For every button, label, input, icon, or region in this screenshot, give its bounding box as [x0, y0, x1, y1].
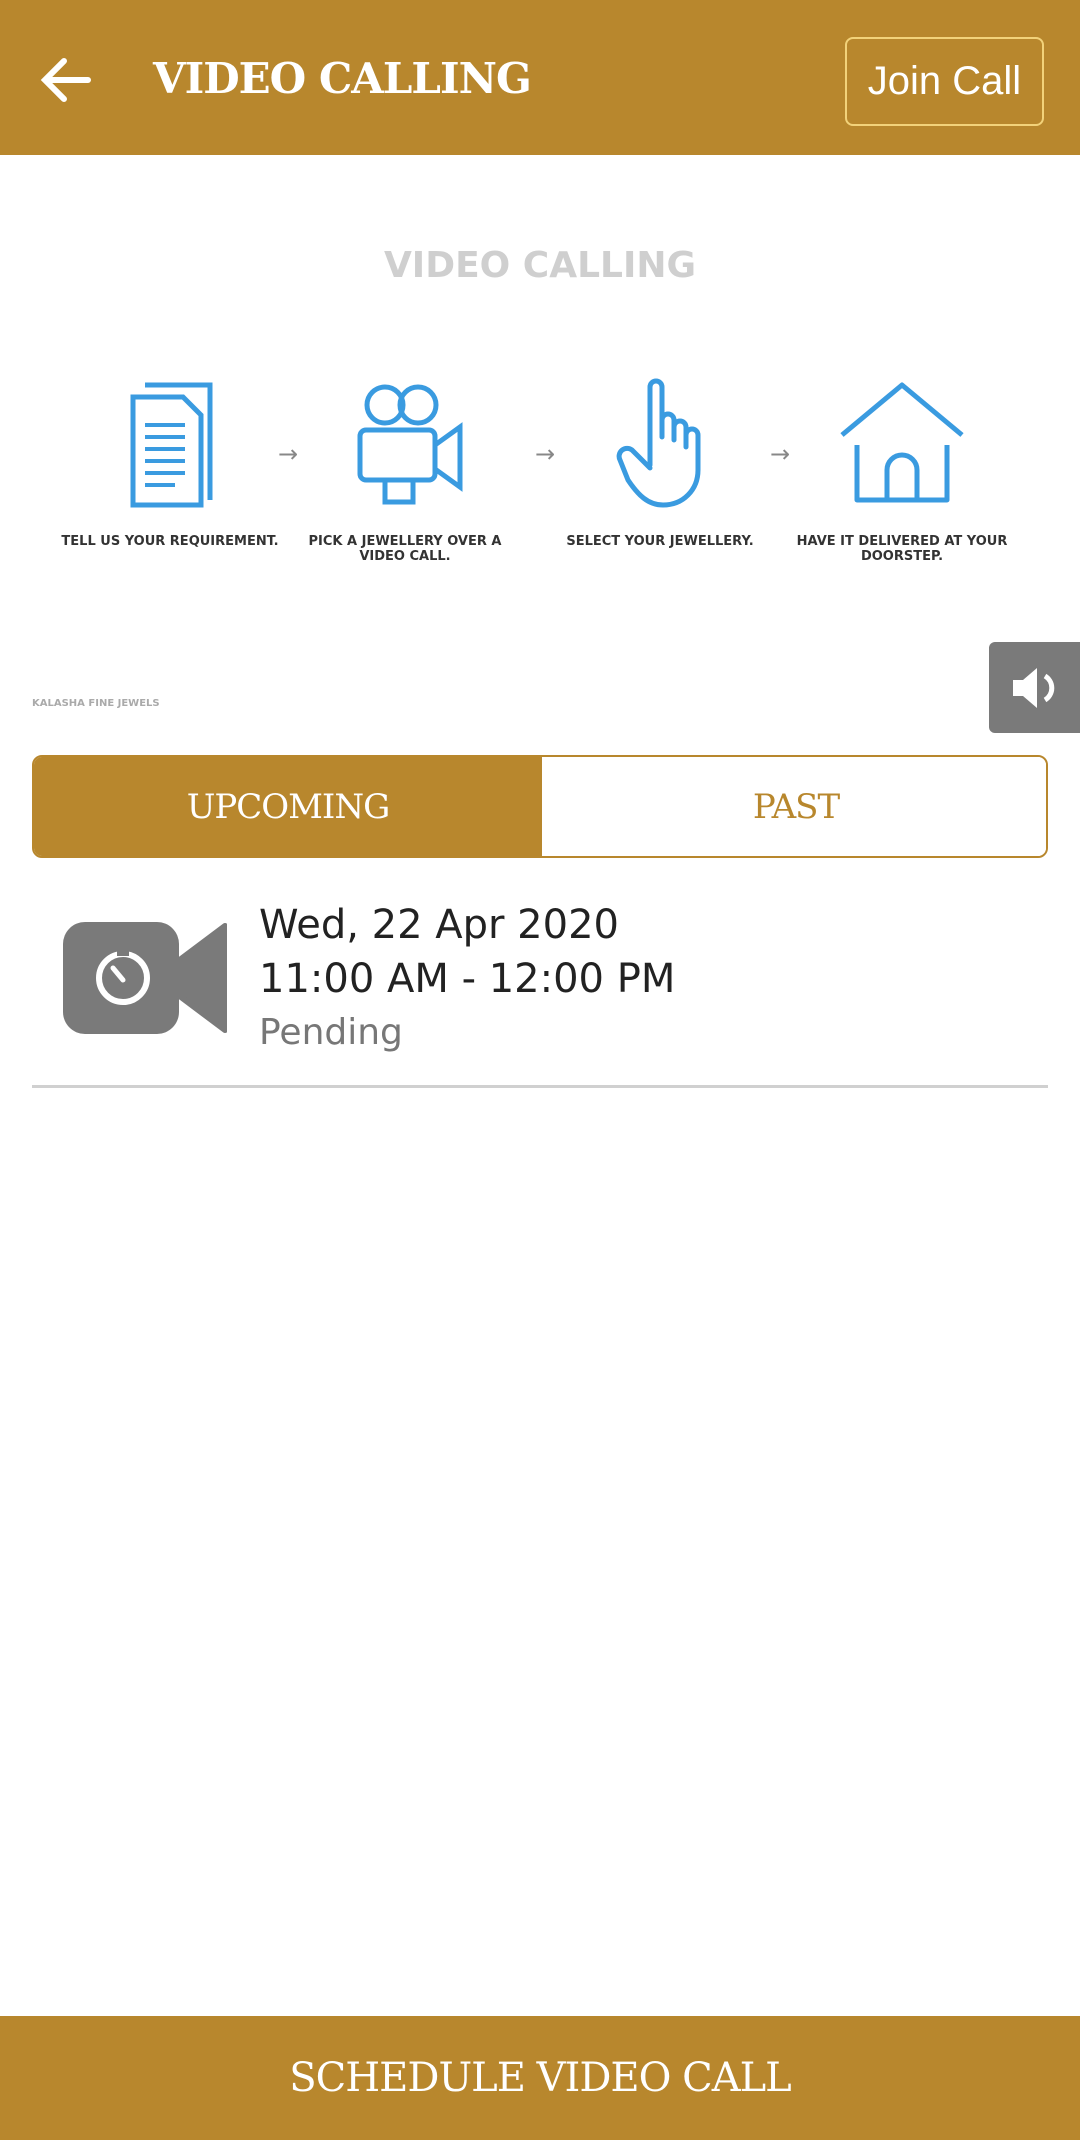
divider [32, 1085, 1048, 1088]
scheduled-video-icon [63, 922, 227, 1034]
call-tabs: UPCOMING PAST [32, 755, 1048, 858]
arrow-left-icon [40, 58, 91, 102]
page-title: VIDEO CALLING [153, 54, 532, 103]
join-call-button[interactable]: Join Call [845, 37, 1044, 126]
step-requirement: TELL US YOUR REQUIREMENT. [50, 375, 290, 549]
speaker-icon [1012, 667, 1054, 708]
call-time: 11:00 AM - 12:00 PM [259, 956, 676, 1002]
house-icon [840, 382, 964, 503]
pointing-hand-icon [616, 378, 701, 508]
call-status: Pending [259, 1012, 403, 1053]
step-delivery: HAVE IT DELIVERED AT YOUR DOORSTEP. [782, 375, 1022, 564]
tab-upcoming[interactable]: UPCOMING [34, 757, 542, 856]
mute-toggle-button[interactable] [989, 642, 1080, 733]
call-date: Wed, 22 Apr 2020 [259, 902, 619, 948]
list-item[interactable]: Wed, 22 Apr 2020 11:00 AM - 12:00 PM Pen… [0, 890, 1080, 1090]
video-banner[interactable]: VIDEO CALLING TELL US YOUR REQUIREMENT. … [0, 155, 1080, 740]
step-select: SELECT YOUR JEWELLERY. [540, 375, 780, 549]
banner-title: VIDEO CALLING [383, 245, 697, 286]
video-camera-icon [357, 384, 463, 505]
schedule-video-call-button[interactable]: SCHEDULE VIDEO CALL [0, 2016, 1080, 2140]
tab-past[interactable]: PAST [542, 757, 1046, 856]
app-bar: VIDEO CALLING Join Call [0, 0, 1080, 155]
back-button[interactable] [36, 50, 96, 110]
brand-watermark: KALASHA FINE JEWELS [32, 698, 160, 709]
step-video-call: PICK A JEWELLERY OVER A VIDEO CALL. [285, 375, 525, 564]
document-icon [130, 382, 213, 508]
